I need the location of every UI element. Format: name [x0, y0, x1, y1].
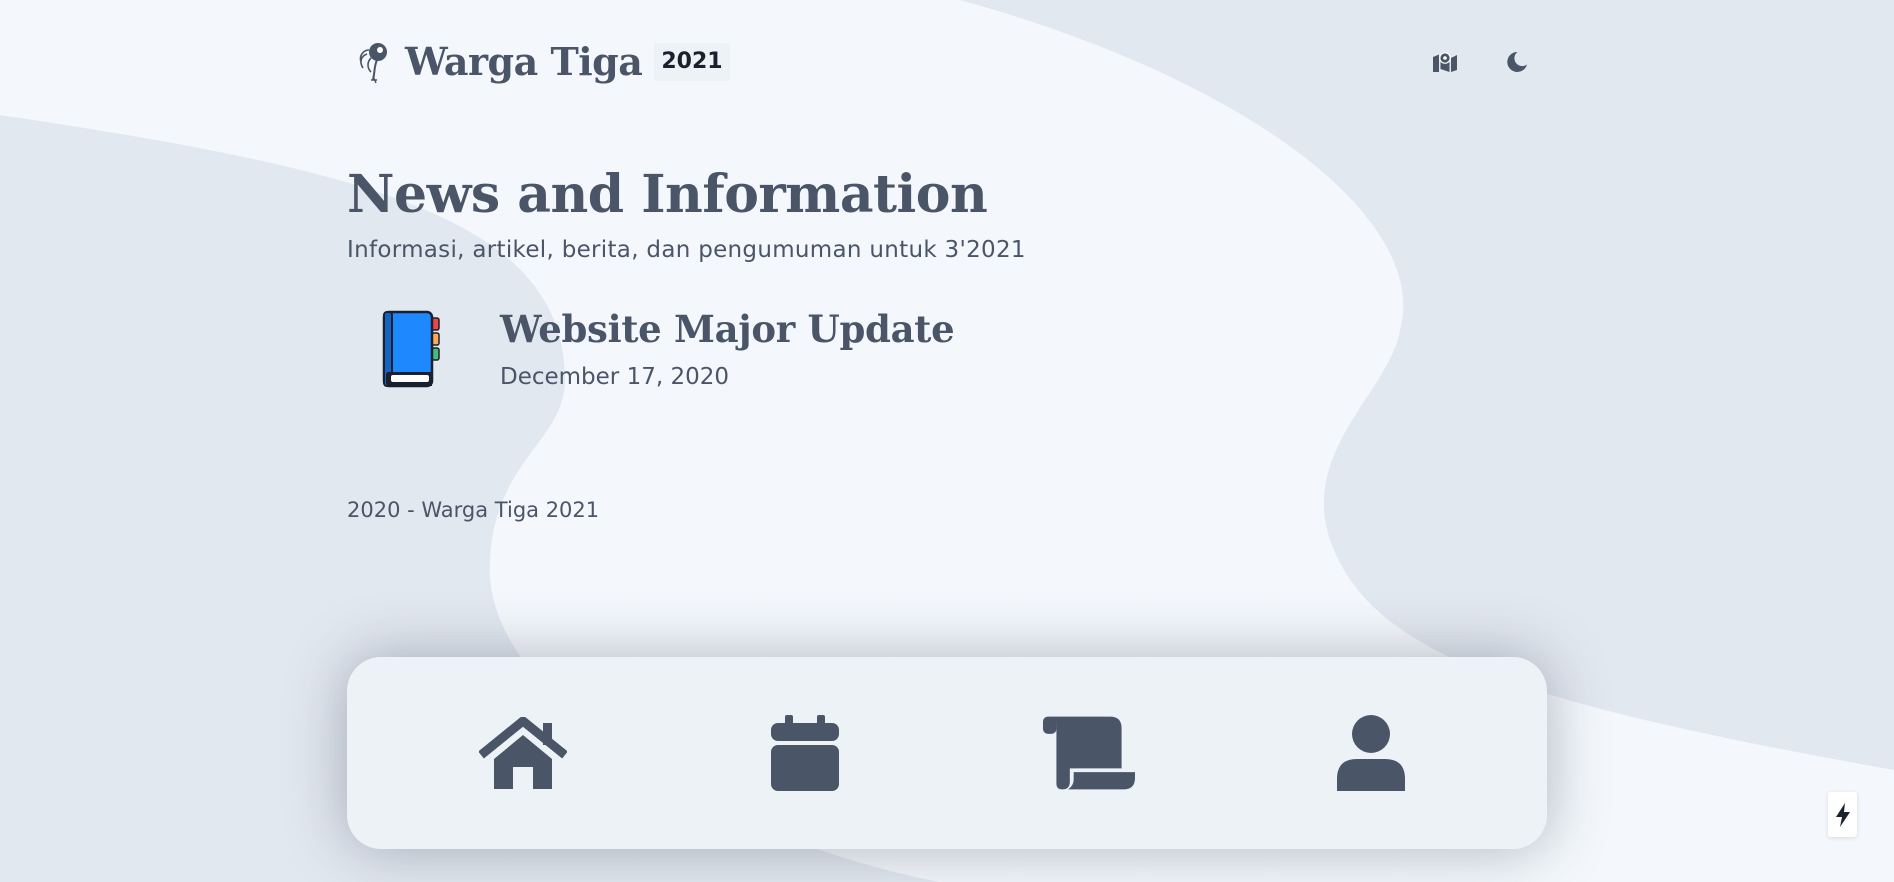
brand-name: Warga Tiga	[405, 39, 643, 84]
user-icon	[1337, 715, 1405, 791]
page-title: News and Information	[347, 164, 988, 225]
moon-icon	[1507, 51, 1527, 72]
site-header: Warga Tiga 2021	[347, 30, 1547, 94]
page-subtitle: Informasi, artikel, berita, dan pengumum…	[347, 237, 1026, 263]
map-button[interactable]	[1415, 32, 1475, 92]
theme-toggle-button[interactable]	[1487, 32, 1547, 92]
brand-home-link[interactable]: Warga Tiga 2021	[347, 38, 730, 86]
brand-year-badge: 2021	[654, 43, 730, 81]
nav-home-button[interactable]	[477, 707, 569, 799]
post-item[interactable]: Website Major Update December 17, 2020	[347, 300, 1147, 400]
bolt-icon	[1835, 802, 1850, 827]
scroll-icon	[1043, 716, 1135, 790]
footer-copyright: 2020 - Warga Tiga 2021	[347, 498, 600, 522]
bird-logo-icon	[359, 43, 387, 84]
post-date: December 17, 2020	[500, 364, 730, 390]
book-icon	[382, 310, 440, 388]
post-title: Website Major Update	[500, 307, 955, 351]
nav-scroll-button[interactable]	[1043, 707, 1135, 799]
calendar-icon	[771, 715, 839, 791]
map-location-icon	[1433, 52, 1457, 72]
page-container: Warga Tiga 2021 News and Information Inf…	[347, 0, 1547, 882]
nav-profile-button[interactable]	[1325, 707, 1417, 799]
bolt-badge-button[interactable]	[1828, 792, 1857, 837]
nav-calendar-button[interactable]	[759, 707, 851, 799]
bottom-navigation-bar	[347, 657, 1547, 849]
home-icon	[479, 717, 567, 789]
